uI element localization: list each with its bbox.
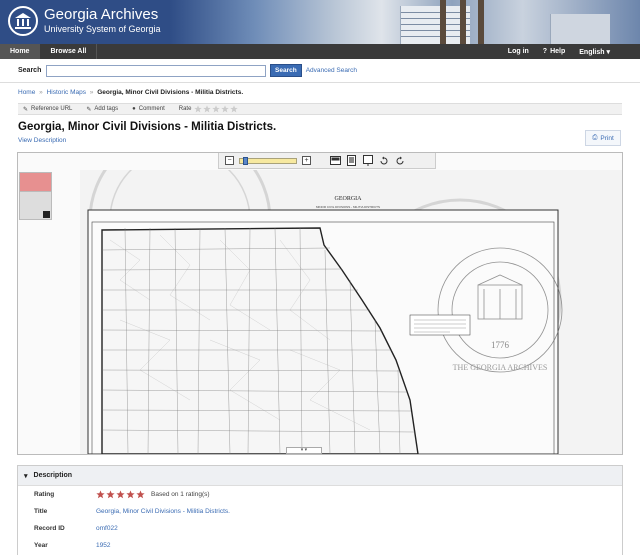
map-heading: GEORGIA (335, 196, 363, 202)
print-label: Print (600, 134, 614, 142)
tag-icon: ✎ (86, 106, 92, 113)
title-value-link[interactable]: Georgia, Minor Civil Divisions - Militia… (96, 508, 230, 515)
fit-page-icon[interactable] (346, 155, 357, 166)
search-bar: Search Search Advanced Search (0, 59, 640, 83)
description-row-record-id: Record ID omf022 (18, 520, 622, 537)
collapse-triangle-icon: ▾ (24, 472, 28, 480)
rating-stars (96, 490, 145, 499)
year-value-link[interactable]: 1952 (96, 542, 110, 549)
help-link[interactable]: ? Help (543, 48, 565, 55)
comment-button[interactable]: ● Comment (127, 106, 174, 112)
fit-height-icon[interactable] (362, 155, 373, 166)
breadcrumb-current: Georgia, Minor Civil Divisions - Militia… (97, 89, 244, 96)
rating-star-icon (136, 490, 145, 499)
breadcrumb-separator: » (39, 89, 43, 96)
viewer-expand-handle[interactable]: ▾ ▾ (286, 447, 322, 454)
map-seal-year: 1776 (491, 340, 510, 350)
breadcrumb: Home » Historic Maps » Georgia, Minor Ci… (18, 89, 243, 96)
rating-key: Rating (34, 491, 55, 498)
rotate-right-icon[interactable] (394, 155, 405, 166)
breadcrumb-historic-maps[interactable]: Historic Maps (47, 89, 86, 96)
rate-label: Rate (178, 106, 192, 112)
rating-star-icon (96, 490, 105, 499)
description-row-title: Title Georgia, Minor Civil Divisions - M… (18, 503, 622, 520)
zoom-in-button[interactable]: + (302, 156, 311, 165)
language-label: English (579, 48, 605, 56)
rate-stars[interactable] (194, 105, 239, 113)
breadcrumb-separator: » (89, 89, 94, 96)
title-key: Title (34, 508, 48, 515)
zoom-out-button[interactable]: − (225, 156, 234, 165)
site-header: Georgia Archives University System of Ge… (0, 0, 640, 44)
rating-star-icon (126, 490, 135, 499)
thumbnail-highlight (20, 173, 51, 191)
rate-star-icon[interactable] (203, 105, 212, 113)
nav-home-button[interactable]: Home (0, 44, 41, 59)
thumbnail-panel[interactable] (19, 172, 52, 220)
year-key: Year (34, 542, 48, 549)
description-panel: ▾ Description Rating Based on 1 rating(s… (17, 465, 623, 555)
viewer-toolbar: − + (218, 153, 436, 169)
reference-url-button[interactable]: ✎ Reference URL (18, 106, 81, 113)
magnify-icon[interactable] (43, 211, 50, 218)
advanced-search-link[interactable]: Advanced Search (306, 67, 357, 74)
comment-label: Comment (138, 106, 165, 112)
rate-star-icon[interactable] (194, 105, 203, 113)
help-label: Help (550, 48, 566, 55)
description-row-rating: Rating Based on 1 rating(s) (18, 486, 622, 503)
rating-star-icon (106, 490, 115, 499)
image-viewer: GEORGIA MINOR CIVIL DIVISIONS - MILITIA … (17, 152, 623, 455)
site-subtitle: University System of Georgia (44, 24, 161, 34)
record-id-key: Record ID (34, 525, 65, 532)
print-button[interactable]: ⎙ Print (585, 130, 621, 146)
add-tags-label: Add tags (94, 106, 119, 112)
item-tools-bar: ✎ Reference URL ✎ Add tags ● Comment Rat… (18, 103, 622, 115)
page-title: Georgia, Minor Civil Divisions - Militia… (18, 121, 277, 133)
reference-url-label: Reference URL (31, 106, 73, 112)
map-image[interactable]: GEORGIA MINOR CIVIL DIVISIONS - MILITIA … (80, 170, 622, 454)
archives-logo-icon[interactable] (8, 6, 38, 36)
help-icon: ? (542, 48, 548, 55)
map-subheading: MINOR CIVIL DIVISIONS - MILITIA DISTRICT… (316, 205, 380, 209)
description-header[interactable]: ▾ Description (18, 466, 622, 486)
search-button[interactable]: Search (270, 64, 302, 77)
rating-star-icon (116, 490, 125, 499)
record-id-value-link[interactable]: omf022 (96, 525, 118, 532)
add-tags-button[interactable]: ✎ Add tags (81, 106, 127, 113)
chevron-down-icon: ▾ (606, 48, 610, 56)
search-input[interactable] (46, 64, 266, 77)
description-heading: Description (33, 472, 73, 479)
zoom-slider-handle[interactable] (242, 156, 248, 165)
printer-icon: ⎙ (592, 134, 598, 141)
rate-star-icon[interactable] (230, 105, 239, 113)
view-description-link[interactable]: View Description (18, 137, 66, 144)
comment-icon: ● (132, 106, 136, 112)
description-row-year: Year 1952 (18, 537, 622, 554)
login-link[interactable]: Log in (508, 48, 529, 55)
rate-control: Rate (174, 105, 248, 113)
rate-star-icon[interactable] (221, 105, 230, 113)
map-seal-arc-text: THE GEORGIA ARCHIVES (453, 363, 548, 372)
breadcrumb-home[interactable]: Home (18, 89, 35, 96)
language-select[interactable]: English ▾ (579, 48, 610, 56)
thumbnail-preview[interactable] (20, 191, 51, 219)
main-nav: Home Browse All Log in ? Help English ▾ (0, 44, 640, 59)
rating-value: Based on 1 rating(s) (151, 491, 210, 498)
nav-browse-all-button[interactable]: Browse All (40, 44, 98, 59)
rate-star-icon[interactable] (212, 105, 221, 113)
zoom-slider[interactable] (239, 156, 297, 165)
link-icon: ✎ (23, 106, 29, 113)
search-label: Search (18, 67, 42, 74)
rotate-left-icon[interactable] (378, 155, 389, 166)
header-photo (170, 0, 640, 44)
fit-width-icon[interactable] (330, 155, 341, 166)
site-title[interactable]: Georgia Archives (44, 6, 158, 23)
